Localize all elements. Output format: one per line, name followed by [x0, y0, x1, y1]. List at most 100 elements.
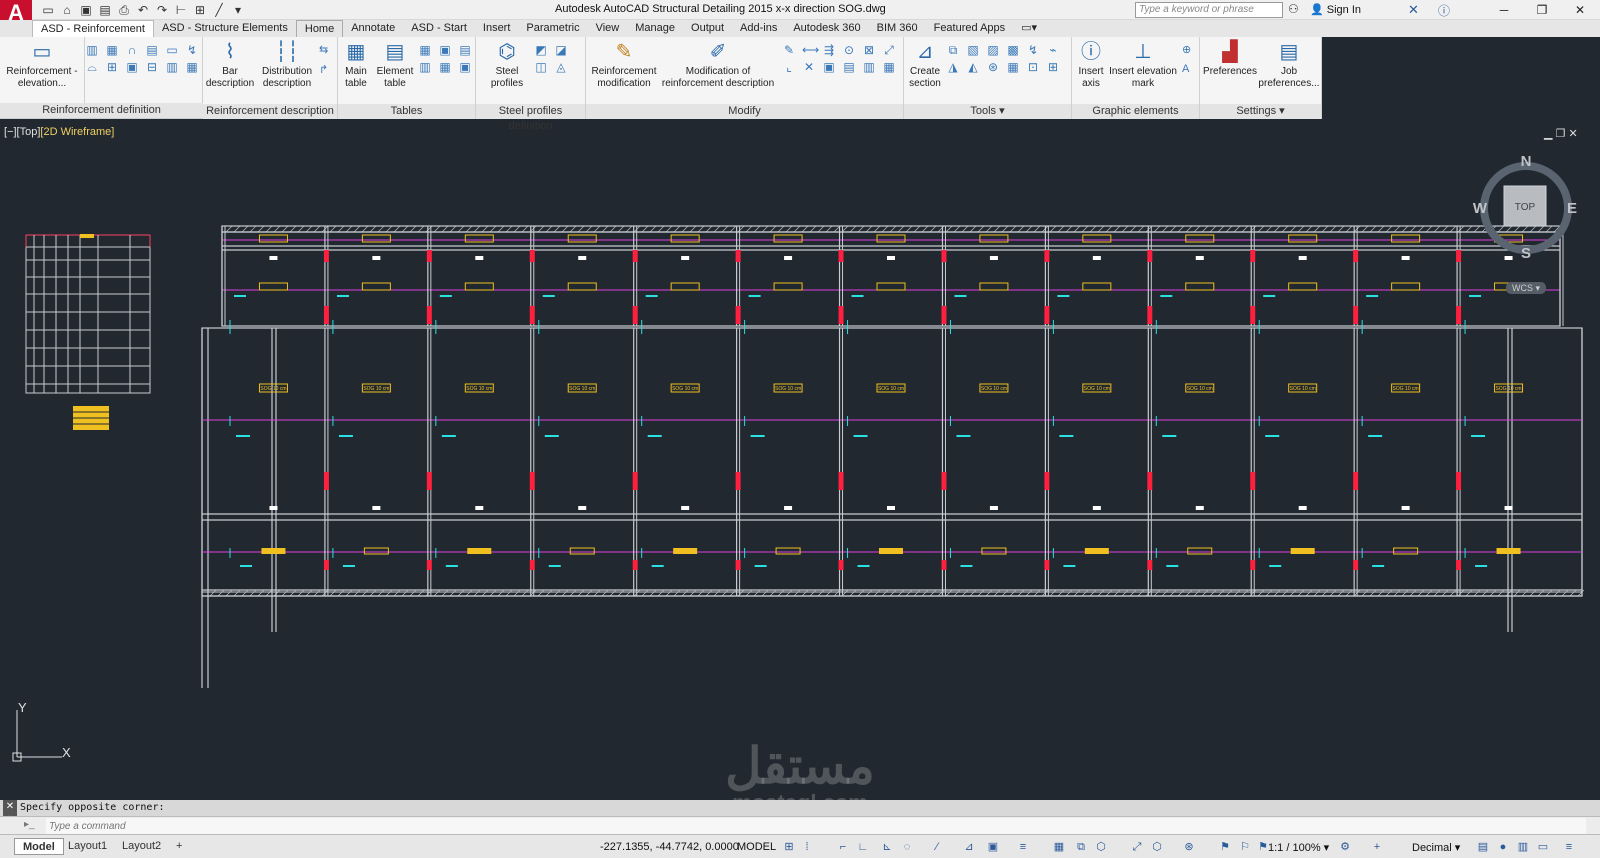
- polar-icon[interactable]: ⊾: [880, 840, 894, 854]
- save-as-icon[interactable]: ▤: [97, 2, 113, 18]
- rebar-tool-icon[interactable]: ⊞: [105, 60, 119, 74]
- modify-tool-icon[interactable]: ⤢: [882, 43, 896, 57]
- command-input[interactable]: [46, 818, 1586, 834]
- selection-cycling-icon[interactable]: ⧉: [1074, 840, 1088, 854]
- tool-icon[interactable]: ⌁: [1046, 43, 1060, 57]
- wcs-menu[interactable]: WCS ▾: [1506, 282, 1546, 294]
- undo-icon[interactable]: ↶: [135, 2, 151, 18]
- tool-icon[interactable]: ↯: [1026, 43, 1040, 57]
- annotation-scale-icon[interactable]: ⚑: [1218, 840, 1232, 854]
- quick-properties-icon[interactable]: ▤: [1476, 840, 1490, 854]
- dynucs-icon[interactable]: ▣: [986, 840, 1000, 854]
- table-tool-icon[interactable]: ▦: [438, 60, 452, 74]
- print-icon[interactable]: ⎙: [116, 2, 132, 18]
- lineweight-icon[interactable]: ≡: [1016, 840, 1030, 854]
- table-tool-icon[interactable]: ▥: [418, 60, 432, 74]
- binoculars-icon[interactable]: ⚇: [1288, 2, 1299, 16]
- close-button[interactable]: ✕: [1562, 1, 1598, 19]
- add-layout-icon[interactable]: +: [168, 838, 190, 855]
- tab-bim-360[interactable]: BIM 360: [869, 20, 926, 37]
- tab-asd-start[interactable]: ASD - Start: [403, 20, 475, 37]
- distribution-description-button[interactable]: ┆┆ Distribution description: [257, 41, 317, 90]
- hamburger-icon[interactable]: ≡: [1562, 840, 1576, 854]
- modify-tool-icon[interactable]: ▣: [822, 60, 836, 74]
- transparency-icon[interactable]: ▦: [1052, 840, 1066, 854]
- infer-icon[interactable]: ⌐: [836, 840, 850, 854]
- compass-west[interactable]: W: [1473, 200, 1488, 217]
- modify-tool-icon[interactable]: ▥: [862, 60, 876, 74]
- tool-icon[interactable]: ⧉: [946, 43, 960, 57]
- panel-title-settings[interactable]: Settings ▾: [1200, 104, 1321, 119]
- text-tool-icon[interactable]: A: [1182, 63, 1189, 75]
- tab-parametric[interactable]: Parametric: [518, 20, 587, 37]
- tab-featured-apps[interactable]: Featured Apps: [926, 20, 1014, 37]
- help-icon[interactable]: ⓘ: [1438, 2, 1450, 19]
- viewport-minimize-icon[interactable]: ▁: [1544, 128, 1552, 140]
- 3d-osnap-icon[interactable]: ⬡: [1094, 840, 1108, 854]
- viewcube[interactable]: TOP N S W E: [1472, 154, 1580, 262]
- preferences-button[interactable]: ▟ Preferences: [1202, 41, 1258, 78]
- tab-insert[interactable]: Insert: [475, 20, 519, 37]
- table-tool-icon[interactable]: ▣: [458, 60, 472, 74]
- steel-profiles-button[interactable]: ⌬ Steel profiles: [482, 41, 532, 90]
- rebar-tool-icon[interactable]: ∩: [125, 43, 139, 57]
- tool-icon[interactable]: ◭: [966, 60, 980, 74]
- viewport-restore-icon[interactable]: ❐: [1556, 128, 1566, 140]
- annotation-scale[interactable]: 1:1 / 100% ▾: [1268, 841, 1329, 854]
- modify-tool-icon[interactable]: ⟷: [802, 43, 819, 57]
- snap-icon[interactable]: ⁞: [800, 840, 814, 854]
- exchange-icon[interactable]: ✕: [1408, 2, 1419, 18]
- rebar-tool-icon[interactable]: ↯: [185, 43, 199, 57]
- modify-tool-icon[interactable]: ▤: [842, 60, 856, 74]
- viewport-view-label[interactable]: [−][Top]: [4, 126, 40, 138]
- job-preferences-button[interactable]: ▤ Job preferences...: [1258, 41, 1320, 90]
- steel-tool-icon[interactable]: ◬: [554, 60, 568, 74]
- plus-icon[interactable]: +: [1370, 840, 1384, 854]
- coordinates-readout[interactable]: -227.1355, -44.7742, 0.0000: [600, 841, 739, 853]
- measure-icon[interactable]: ⊢: [173, 2, 189, 18]
- tool-icon[interactable]: ▧: [966, 43, 980, 57]
- rebar-tool-icon[interactable]: ▥: [85, 43, 99, 57]
- tab-add-ins[interactable]: Add-ins: [732, 20, 785, 37]
- graphic-tool-icon[interactable]: ⊕: [1182, 43, 1191, 56]
- main-table-button[interactable]: ▦ Main table: [340, 41, 372, 90]
- grid-icon[interactable]: ⊞: [782, 840, 796, 854]
- annotation-visibility-icon[interactable]: ⚐: [1238, 840, 1252, 854]
- tab-autodesk-360[interactable]: Autodesk 360: [785, 20, 868, 37]
- tool-icon[interactable]: ⊡: [1026, 60, 1040, 74]
- modify-tool-icon[interactable]: ▦: [882, 60, 896, 74]
- qat-dropdown-icon[interactable]: ▾: [230, 2, 246, 18]
- rebar-tool-icon[interactable]: ⌓: [85, 60, 99, 74]
- osnap-icon[interactable]: ◌: [900, 840, 914, 854]
- workspace-icon[interactable]: ⊛: [1182, 840, 1196, 854]
- save-icon[interactable]: ▣: [78, 2, 94, 18]
- tab-layout2[interactable]: Layout2: [114, 838, 169, 855]
- tab-view[interactable]: View: [588, 20, 628, 37]
- redo-icon[interactable]: ↷: [154, 2, 170, 18]
- description-tool-icon[interactable]: ↱: [319, 63, 328, 76]
- description-tool-icon[interactable]: ⇆: [319, 43, 328, 56]
- ortho-icon[interactable]: ∟: [856, 840, 870, 854]
- rebar-tool-icon[interactable]: ▭: [165, 43, 179, 57]
- table-tool-icon[interactable]: ▦: [418, 43, 432, 57]
- isolate-icon[interactable]: ●: [1496, 840, 1510, 854]
- rebar-tool-icon[interactable]: ▦: [105, 43, 119, 57]
- modification-description-button[interactable]: ✐ Modification of reinforcement descript…: [660, 41, 776, 90]
- rebar-tool-icon[interactable]: ▤: [145, 43, 159, 57]
- tab-layout1[interactable]: Layout1: [60, 838, 115, 855]
- compass-south[interactable]: S: [1521, 245, 1531, 262]
- command-prompt-icon[interactable]: ▸_: [24, 819, 35, 830]
- table-tool-icon[interactable]: ▣: [438, 43, 452, 57]
- tool-icon[interactable]: ▩: [1006, 43, 1020, 57]
- viewcube-top-face[interactable]: TOP: [1515, 202, 1536, 213]
- modify-tool-icon[interactable]: ⇶: [822, 43, 836, 57]
- compass-north[interactable]: N: [1521, 154, 1532, 170]
- element-table-button[interactable]: ▤ Element table: [374, 41, 416, 90]
- clean-screen-icon[interactable]: ▭: [1536, 840, 1550, 854]
- reinforcement-elevation-button[interactable]: ▭ Reinforcement - elevation...: [2, 41, 82, 90]
- gear-icon[interactable]: ⚙: [1338, 840, 1352, 854]
- compass-east[interactable]: E: [1567, 200, 1577, 217]
- steel-tool-icon[interactable]: ◪: [554, 43, 568, 57]
- open-file-icon[interactable]: ⌂: [59, 2, 75, 18]
- line-tool-icon[interactable]: ╱: [211, 2, 227, 18]
